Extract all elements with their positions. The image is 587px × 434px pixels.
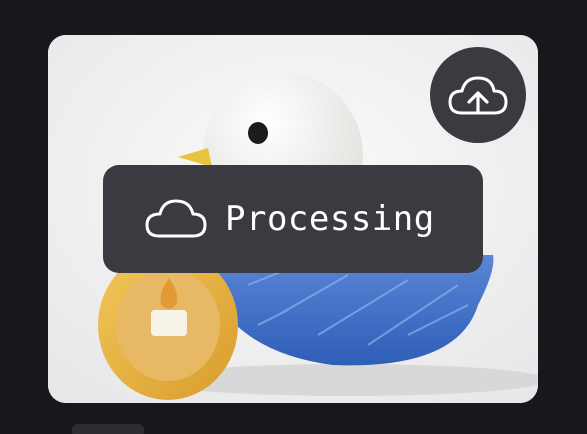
status-label: Processing xyxy=(225,199,435,239)
app-frame: Processing xyxy=(0,0,587,434)
upload-button[interactable] xyxy=(430,47,526,143)
cloud-icon xyxy=(145,199,207,238)
bottom-tab[interactable] xyxy=(72,424,144,434)
cloud-upload-icon xyxy=(448,76,508,115)
processing-status: Processing xyxy=(103,165,483,273)
